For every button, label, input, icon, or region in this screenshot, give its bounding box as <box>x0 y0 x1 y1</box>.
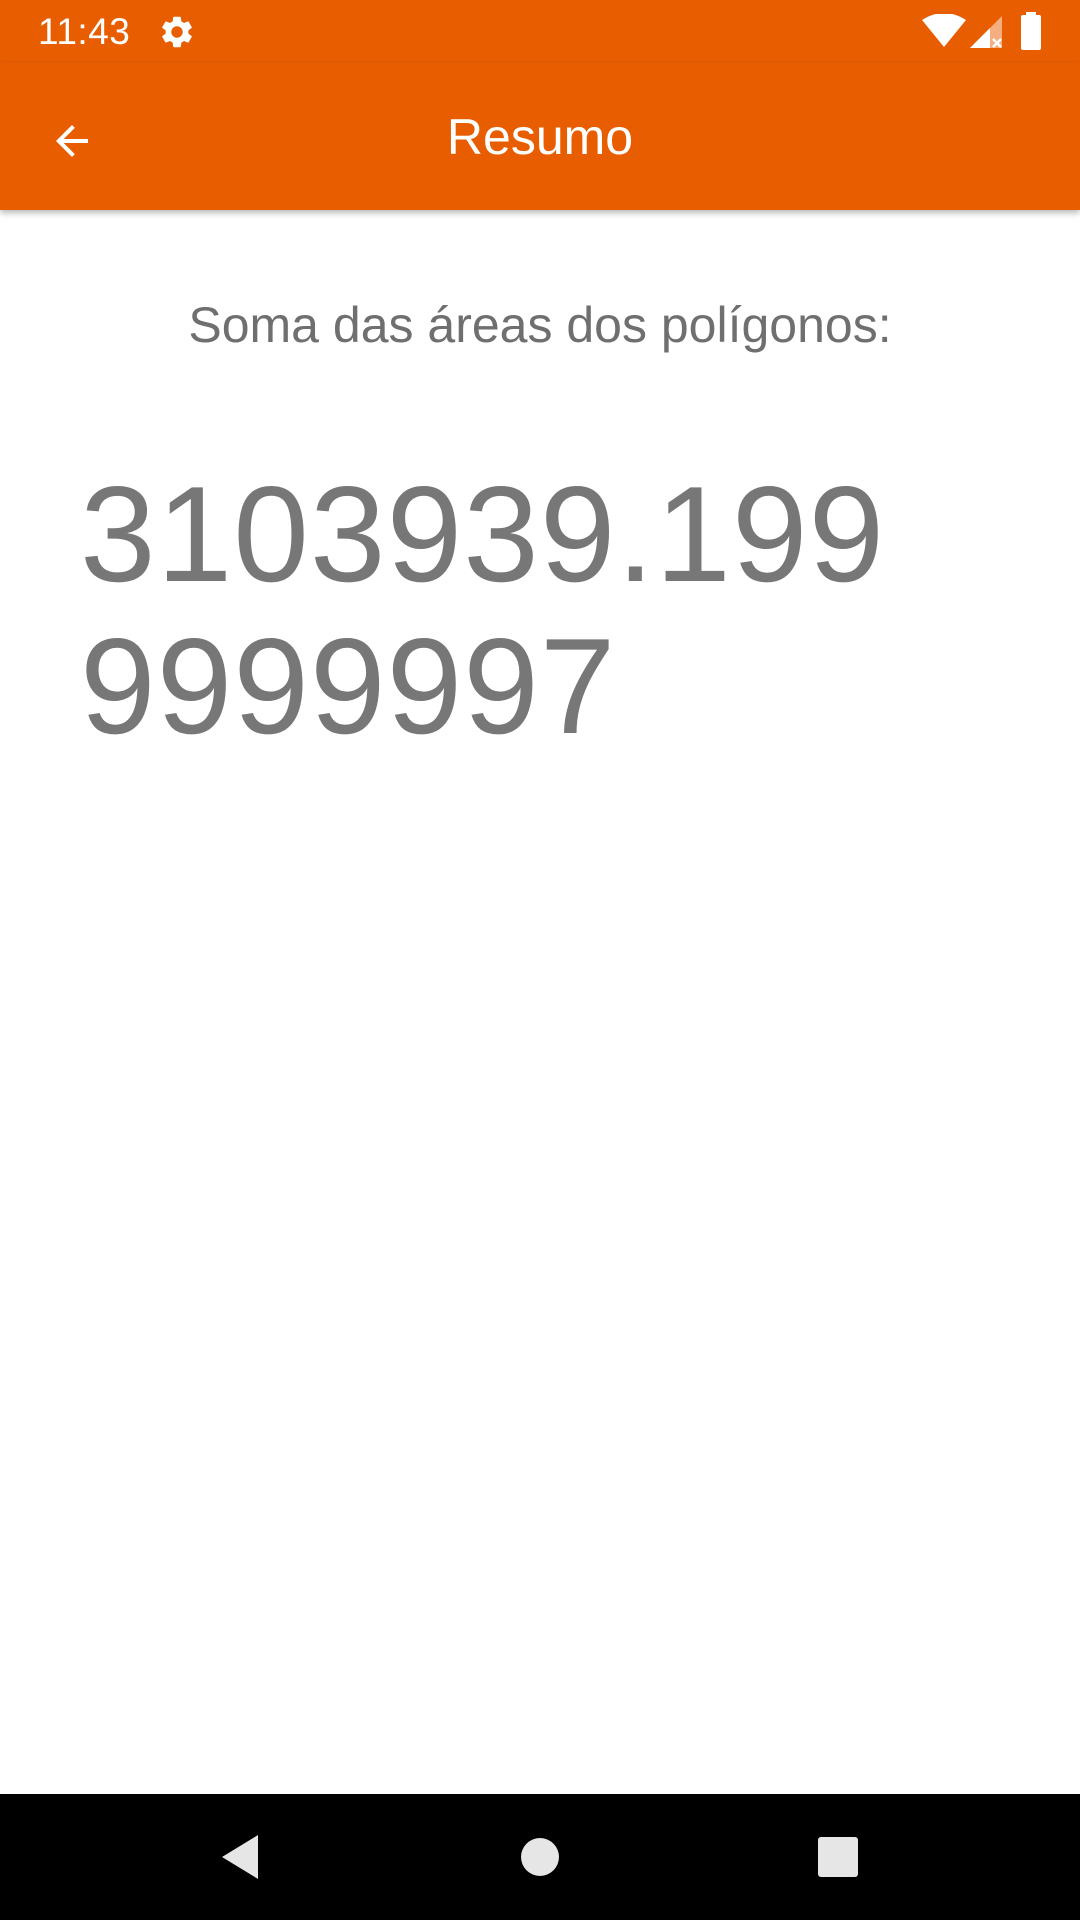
summary-content: Soma das áreas dos polígonos: 3103939.19… <box>0 210 1080 1794</box>
nav-recents-button[interactable] <box>808 1827 868 1887</box>
wifi-icon <box>922 13 966 48</box>
nav-recents-icon <box>818 1837 858 1877</box>
nav-back-icon <box>222 1835 258 1879</box>
page-title: Resumo <box>446 109 634 165</box>
status-bar: 11:43 <box>0 0 1080 63</box>
nav-home-button[interactable] <box>510 1827 570 1887</box>
status-time: 11:43 <box>38 11 131 52</box>
summary-label: Soma das áreas dos polígonos: <box>188 297 892 353</box>
area-sum-value: 3103939.1999999997 <box>80 458 886 762</box>
screen: 11:43 Resumo Soma das áreas dos polígono… <box>0 0 1080 1920</box>
battery-icon <box>1020 12 1042 50</box>
app-bar: Resumo <box>0 63 1080 210</box>
nav-home-icon <box>521 1838 559 1876</box>
signal-icon <box>968 14 1004 50</box>
gear-icon <box>158 13 196 51</box>
nav-back-button[interactable] <box>210 1827 270 1887</box>
navigation-bar <box>0 1794 1080 1920</box>
